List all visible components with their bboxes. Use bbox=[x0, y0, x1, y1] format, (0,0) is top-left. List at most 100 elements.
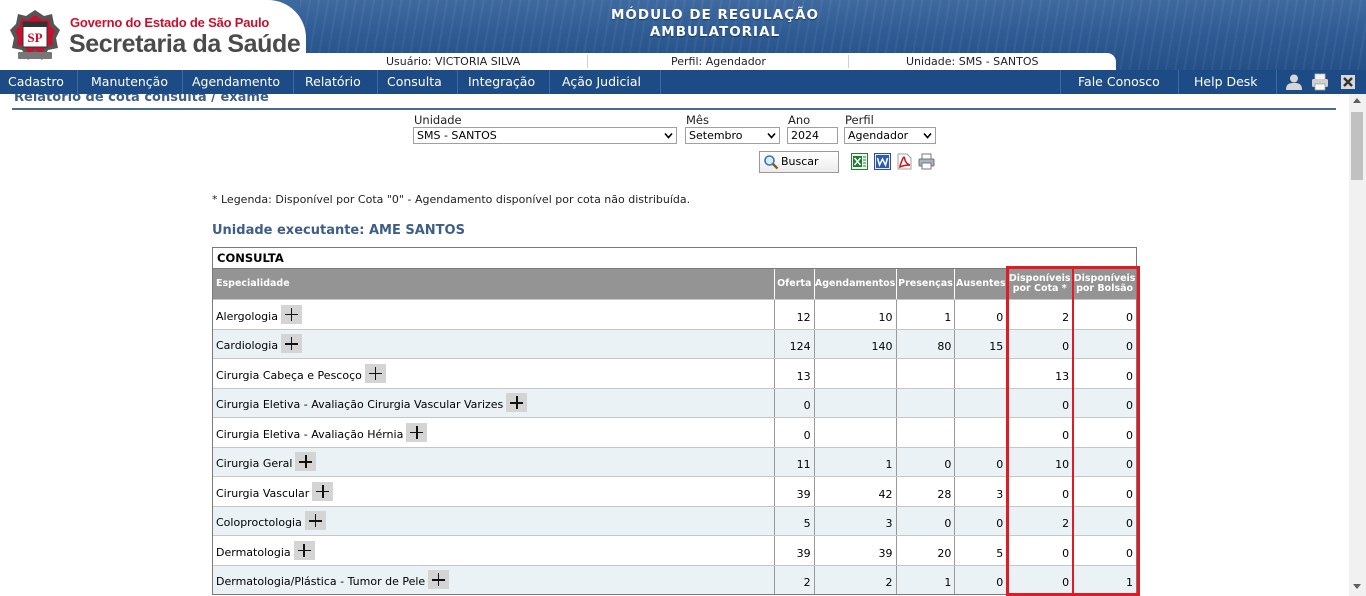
cell-presencas: 1 bbox=[897, 300, 956, 329]
menu-acao-judicial[interactable]: Ação Judicial bbox=[562, 70, 641, 94]
table-body: Alergologia 12 10 1 0 2 0 Cardiologia 124 140 80 15… bbox=[213, 299, 1136, 594]
expand-plus-icon[interactable] bbox=[281, 334, 303, 354]
menu-agendamento[interactable]: Agendamento bbox=[192, 70, 280, 94]
menu-divider bbox=[377, 70, 378, 94]
menu-divider bbox=[182, 70, 183, 94]
close-icon[interactable] bbox=[1339, 73, 1357, 91]
menu-divider bbox=[293, 70, 294, 94]
cell-especialidade: Alergologia bbox=[213, 300, 775, 329]
cell-oferta: 13 bbox=[775, 359, 815, 388]
cell-presencas: 1 bbox=[897, 565, 956, 594]
unidade-label: Unidade bbox=[414, 113, 462, 127]
expand-plus-icon[interactable] bbox=[406, 422, 428, 442]
cell-agendamentos: 39 bbox=[815, 536, 897, 565]
organization-name: Secretaria da Saúde bbox=[69, 30, 301, 58]
cell-especialidade: Cirurgia Geral bbox=[213, 447, 775, 476]
expand-plus-icon[interactable] bbox=[506, 393, 528, 413]
mes-select[interactable]: Setembro bbox=[685, 127, 780, 144]
ano-label: Ano bbox=[788, 113, 811, 127]
header-disponiveis-bolsao[interactable]: Disponíveis por Bolsão bbox=[1073, 269, 1136, 299]
cell-disponiveis-bolsao: 0 bbox=[1125, 428, 1133, 442]
menu-cadastro[interactable]: Cadastro bbox=[8, 70, 64, 94]
scroll-down-arrow-icon[interactable] bbox=[1353, 584, 1361, 589]
cell-ausentes: 0 bbox=[955, 565, 1008, 594]
cell-oferta: 12 bbox=[775, 300, 815, 329]
menu-divider bbox=[549, 70, 550, 94]
header-ausentes[interactable]: Ausentes bbox=[955, 269, 1008, 299]
unit-title: Unidade executante: AME SANTOS bbox=[212, 223, 465, 238]
search-icon bbox=[764, 155, 779, 170]
cell-especialidade: Dermatologia/Plástica - Tumor de Pele bbox=[213, 565, 775, 594]
header-disponiveis-cota[interactable]: Disponíveis por Cota * bbox=[1007, 269, 1074, 299]
cell-presencas: 28 bbox=[897, 477, 956, 506]
current-profile: Perfil: Agendador bbox=[671, 55, 766, 68]
table-row: Cardiologia 124 140 80 15 0 0 bbox=[213, 328, 1136, 358]
menu-consulta[interactable]: Consulta bbox=[387, 70, 442, 94]
cell-agendamentos: 10 bbox=[815, 300, 897, 329]
expand-plus-icon[interactable] bbox=[293, 540, 315, 560]
search-button-label: Buscar bbox=[781, 155, 819, 168]
cell-disponiveis-bolsao: 1 bbox=[1125, 576, 1133, 589]
expand-plus-icon[interactable] bbox=[304, 511, 326, 531]
printer-icon[interactable] bbox=[1311, 73, 1329, 91]
header-agendamentos[interactable]: Agendamentos bbox=[815, 269, 897, 299]
cell-presencas: 20 bbox=[897, 536, 956, 565]
specialty-name: Cirurgia Vascular bbox=[216, 486, 310, 500]
menu-manutencao[interactable]: Manutenção bbox=[91, 70, 168, 94]
unidade-select-value: SMS - SANTOS bbox=[417, 129, 497, 142]
table-header-row: Especialidade Oferta Agendamentos Presen… bbox=[213, 269, 1136, 299]
specialty-name: Coloproctologia bbox=[216, 516, 302, 530]
menu-relatorio[interactable]: Relatório bbox=[305, 70, 361, 94]
cell-oferta: 39 bbox=[775, 477, 815, 506]
cell-presencas: 80 bbox=[897, 329, 956, 358]
cell-oferta: 2 bbox=[775, 565, 815, 594]
cell-ausentes: 0 bbox=[955, 300, 1008, 329]
unidade-select[interactable]: SMS - SANTOS bbox=[413, 127, 677, 144]
specialty-name: Cirurgia Eletiva - Avaliação Hérnia bbox=[216, 427, 404, 441]
cell-especialidade: Cirurgia Eletiva - Avaliação Hérnia bbox=[213, 418, 775, 447]
search-button[interactable]: Buscar bbox=[759, 151, 839, 173]
cell-oferta: 0 bbox=[775, 418, 815, 447]
pdf-icon[interactable] bbox=[896, 153, 913, 170]
menu-fale-conosco[interactable]: Fale Conosco bbox=[1078, 70, 1160, 94]
cell-disponiveis-cota: 2 bbox=[1007, 300, 1074, 329]
perfil-select[interactable]: Agendador bbox=[844, 127, 936, 144]
header-especialidade[interactable]: Especialidade bbox=[213, 269, 775, 299]
cell-ausentes: 5 bbox=[955, 536, 1008, 565]
word-icon[interactable] bbox=[874, 153, 891, 170]
header-disponiveis-bolsao-line2: por Bolsão bbox=[1076, 283, 1134, 294]
perfil-label: Perfil bbox=[845, 113, 874, 127]
print-icon[interactable] bbox=[918, 153, 935, 170]
header-oferta[interactable]: Oferta bbox=[775, 269, 815, 299]
cell-presencas: 0 bbox=[897, 506, 956, 535]
legend-note: * Legenda: Disponível por Cota "0" - Age… bbox=[212, 193, 691, 206]
expand-plus-icon[interactable] bbox=[428, 570, 450, 590]
info-divider bbox=[587, 55, 588, 68]
session-info-bar: Usuário: VICTORIA SILVA Perfil: Agendado… bbox=[306, 53, 1116, 70]
scroll-up-arrow-icon[interactable] bbox=[1353, 98, 1361, 103]
cell-ausentes bbox=[955, 418, 1008, 447]
ano-input[interactable]: 2024 bbox=[787, 127, 838, 144]
expand-plus-icon[interactable] bbox=[295, 452, 317, 472]
excel-icon[interactable] bbox=[851, 153, 868, 170]
header-presencas[interactable]: Presenças bbox=[897, 269, 956, 299]
mes-label: Mês bbox=[686, 113, 709, 127]
cell-disponiveis-bolsao: 0 bbox=[1125, 517, 1133, 530]
cell-presencas bbox=[897, 388, 956, 417]
expand-plus-icon[interactable] bbox=[364, 363, 386, 383]
cell-disponiveis-cota: 0 bbox=[1007, 388, 1074, 417]
chevron-down-icon bbox=[767, 132, 776, 139]
menu-divider bbox=[1276, 70, 1277, 94]
cell-disponiveis-bolsao: 0 bbox=[1125, 369, 1133, 383]
scroll-thumb[interactable] bbox=[1351, 112, 1363, 180]
table-row: Cirurgia Eletiva - Avaliação Cirurgia Va… bbox=[213, 387, 1136, 417]
user-icon[interactable] bbox=[1285, 73, 1303, 91]
vertical-scrollbar[interactable] bbox=[1349, 94, 1366, 596]
logo-panel: SP Governo do Estado de São Paulo Secret… bbox=[0, 0, 306, 70]
main-content: Relatório de cota consulta / exame Unida… bbox=[0, 94, 1349, 596]
expand-plus-icon[interactable] bbox=[280, 304, 302, 324]
expand-plus-icon[interactable] bbox=[312, 481, 334, 501]
cell-disponiveis-bolsao: 0 bbox=[1125, 340, 1133, 353]
menu-help-desk[interactable]: Help Desk bbox=[1194, 70, 1258, 94]
menu-integracao[interactable]: Integração bbox=[468, 70, 535, 94]
